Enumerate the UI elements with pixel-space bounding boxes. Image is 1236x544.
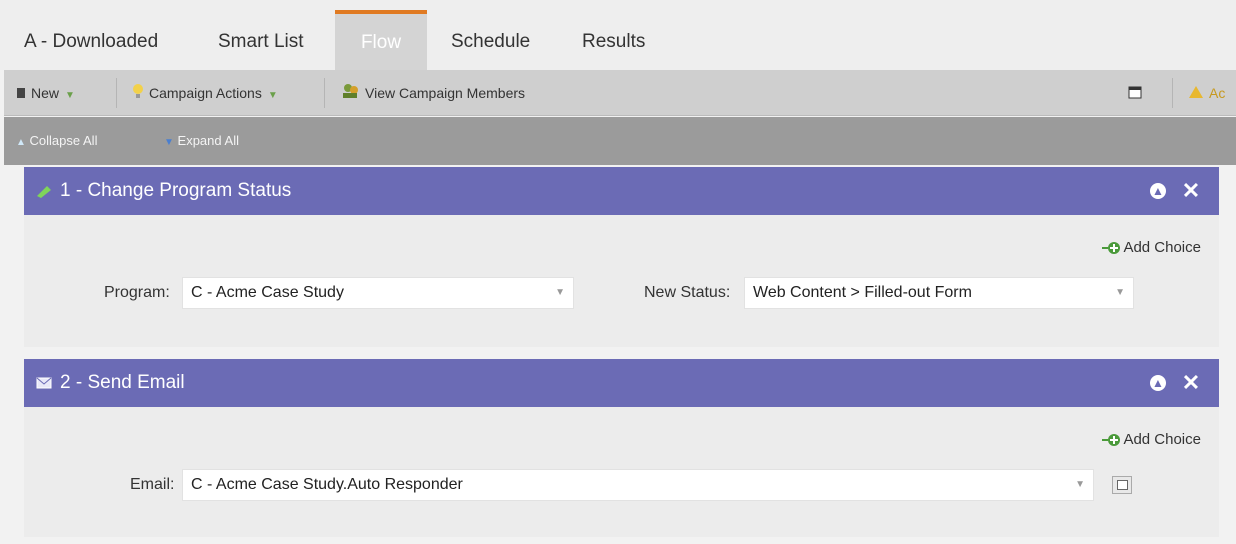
expand-all-button[interactable]: ▼ Expand All <box>164 117 239 165</box>
new-status-label: New Status: <box>644 284 731 301</box>
move-up-button[interactable]: ▲ <box>1146 371 1170 395</box>
campaign-actions-button[interactable]: Campaign Actions ▼ <box>132 70 278 116</box>
tab-bar: A - Downloaded Smart List Flow Schedule … <box>0 0 1236 70</box>
add-choice-icon <box>1102 433 1121 447</box>
tab-flow[interactable]: Flow <box>335 10 427 70</box>
close-icon[interactable]: ✕ <box>1179 371 1203 395</box>
add-choice-icon <box>1102 241 1121 255</box>
email-icon <box>36 376 52 394</box>
tab-campaign-name[interactable]: A - Downloaded <box>14 10 168 70</box>
email-select[interactable]: C - Acme Case Study.Auto Responder ▼ <box>182 469 1094 501</box>
new-icon <box>16 71 26 117</box>
step-title: 1 - Change Program Status <box>60 180 292 201</box>
calendar-icon <box>1128 71 1142 117</box>
toolbar-divider <box>116 78 117 108</box>
email-label: Email: <box>130 476 175 493</box>
lookup-icon[interactable] <box>1112 476 1132 494</box>
add-choice-label: Add Choice <box>1123 431 1201 448</box>
tab-results[interactable]: Results <box>572 10 655 70</box>
collapse-all-label: Collapse All <box>29 133 98 148</box>
toolbar-divider <box>324 78 325 108</box>
collapse-all-button[interactable]: ▲ Collapse All <box>16 117 97 165</box>
new-status-select[interactable]: Web Content > Filled-out Form ▼ <box>744 277 1134 309</box>
warning-icon <box>1188 71 1204 117</box>
move-up-button[interactable]: ▲ <box>1146 179 1170 203</box>
move-up-icon: ▲ <box>1150 183 1166 199</box>
step-title: 2 - Send Email <box>60 372 185 393</box>
calendar-button[interactable] <box>1128 70 1147 116</box>
bulb-icon <box>132 71 144 117</box>
new-button-label: New <box>31 85 60 101</box>
program-value: C - Acme Case Study <box>191 284 344 301</box>
program-select[interactable]: C - Acme Case Study ▼ <box>182 277 574 309</box>
toolbar: New ▼ Campaign Actions ▼ View Campaign Mem… <box>4 70 1236 116</box>
flow-step-2: 2 - Send Email ▲ ✕ Add Choice Email: C -… <box>24 359 1219 537</box>
expand-all-label: Expand All <box>177 133 239 148</box>
view-campaign-members-button[interactable]: View Campaign Members <box>342 70 525 116</box>
chevron-down-icon: ▼ <box>267 90 278 101</box>
add-choice-button[interactable]: Add Choice <box>1102 431 1201 448</box>
flow-subbar: ▲ Collapse All ▼ Expand All <box>4 117 1236 165</box>
tab-smart-list[interactable]: Smart List <box>208 10 314 70</box>
chevron-down-icon: ▼ <box>65 90 75 101</box>
email-value: C - Acme Case Study.Auto Responder <box>191 476 463 493</box>
collapse-icon: ▲ <box>16 137 26 148</box>
toolbar-right-button[interactable]: Ac <box>1188 70 1225 116</box>
members-icon <box>342 71 360 117</box>
close-icon[interactable]: ✕ <box>1179 179 1203 203</box>
chevron-down-icon: ▼ <box>1075 479 1085 490</box>
new-status-value: Web Content > Filled-out Form <box>753 284 972 301</box>
tab-schedule[interactable]: Schedule <box>441 10 540 70</box>
new-button[interactable]: New ▼ <box>16 70 75 116</box>
step-header[interactable]: 2 - Send Email ▲ ✕ <box>24 359 1219 407</box>
expand-icon: ▼ <box>164 137 174 148</box>
step-header[interactable]: 1 - Change Program Status ▲ ✕ <box>24 167 1219 215</box>
chevron-down-icon: ▼ <box>1115 287 1125 298</box>
program-label: Program: <box>104 284 170 301</box>
toolbar-divider <box>1172 78 1173 108</box>
status-icon <box>36 184 52 203</box>
flow-step-1: 1 - Change Program Status ▲ ✕ Add Choice… <box>24 167 1219 347</box>
campaign-actions-label: Campaign Actions <box>149 85 262 101</box>
toolbar-right-label: Ac <box>1209 85 1226 101</box>
chevron-down-icon: ▼ <box>555 287 565 298</box>
move-up-icon: ▲ <box>1150 375 1166 391</box>
add-choice-label: Add Choice <box>1123 239 1201 256</box>
view-members-label: View Campaign Members <box>365 85 526 101</box>
add-choice-button[interactable]: Add Choice <box>1102 239 1201 256</box>
